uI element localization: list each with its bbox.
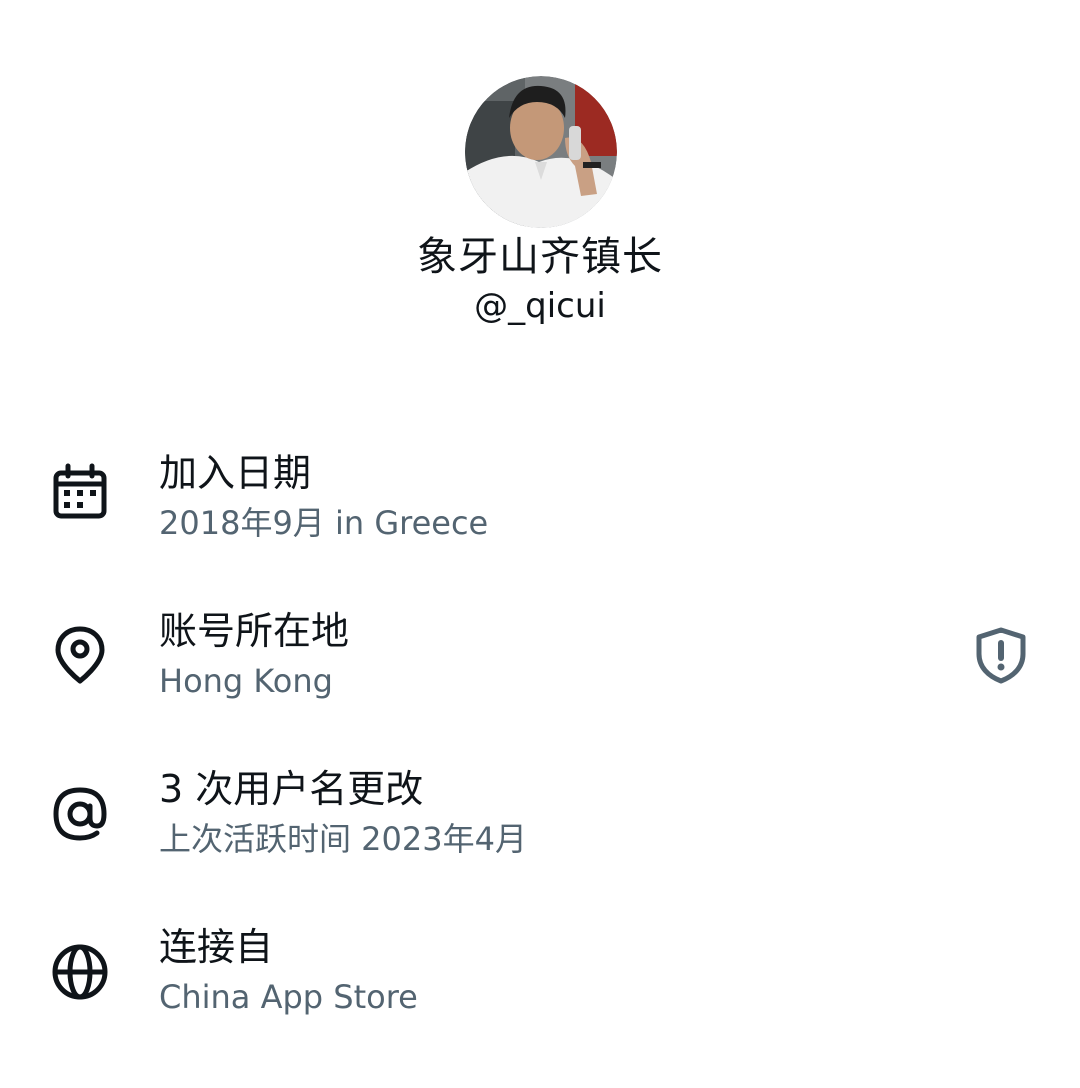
display-name: 象牙山齐镇长: [417, 234, 663, 280]
username-handle: @_qicui: [474, 286, 606, 326]
row-title: 连接自: [159, 925, 274, 969]
avatar[interactable]: [465, 76, 617, 228]
row-connected-via: 连接自 China App Store: [0, 922, 1080, 1052]
row-title: 3 次用户名更改: [159, 767, 424, 811]
row-username-changes: 3 次用户名更改 上次活跃时间 2023年4月: [0, 764, 1080, 894]
profile-photo: [465, 76, 617, 228]
row-subtitle: 2018年9月 in Greece: [159, 504, 489, 542]
location-pin-icon: [50, 624, 110, 684]
at-sign-icon: [50, 784, 110, 844]
row-title: 加入日期: [159, 451, 312, 495]
row-subtitle: Hong Kong: [159, 662, 333, 700]
row-join-date: 加入日期 2018年9月 in Greece: [0, 448, 1080, 578]
globe-icon: [50, 942, 110, 1002]
row-subtitle: 上次活跃时间 2023年4月: [159, 820, 527, 858]
row-account-location: 账号所在地 Hong Kong: [0, 606, 1080, 736]
shield-alert-icon[interactable]: [972, 626, 1030, 684]
calendar-icon: [50, 462, 110, 522]
row-subtitle: China App Store: [159, 978, 418, 1016]
row-title: 账号所在地: [159, 609, 350, 653]
